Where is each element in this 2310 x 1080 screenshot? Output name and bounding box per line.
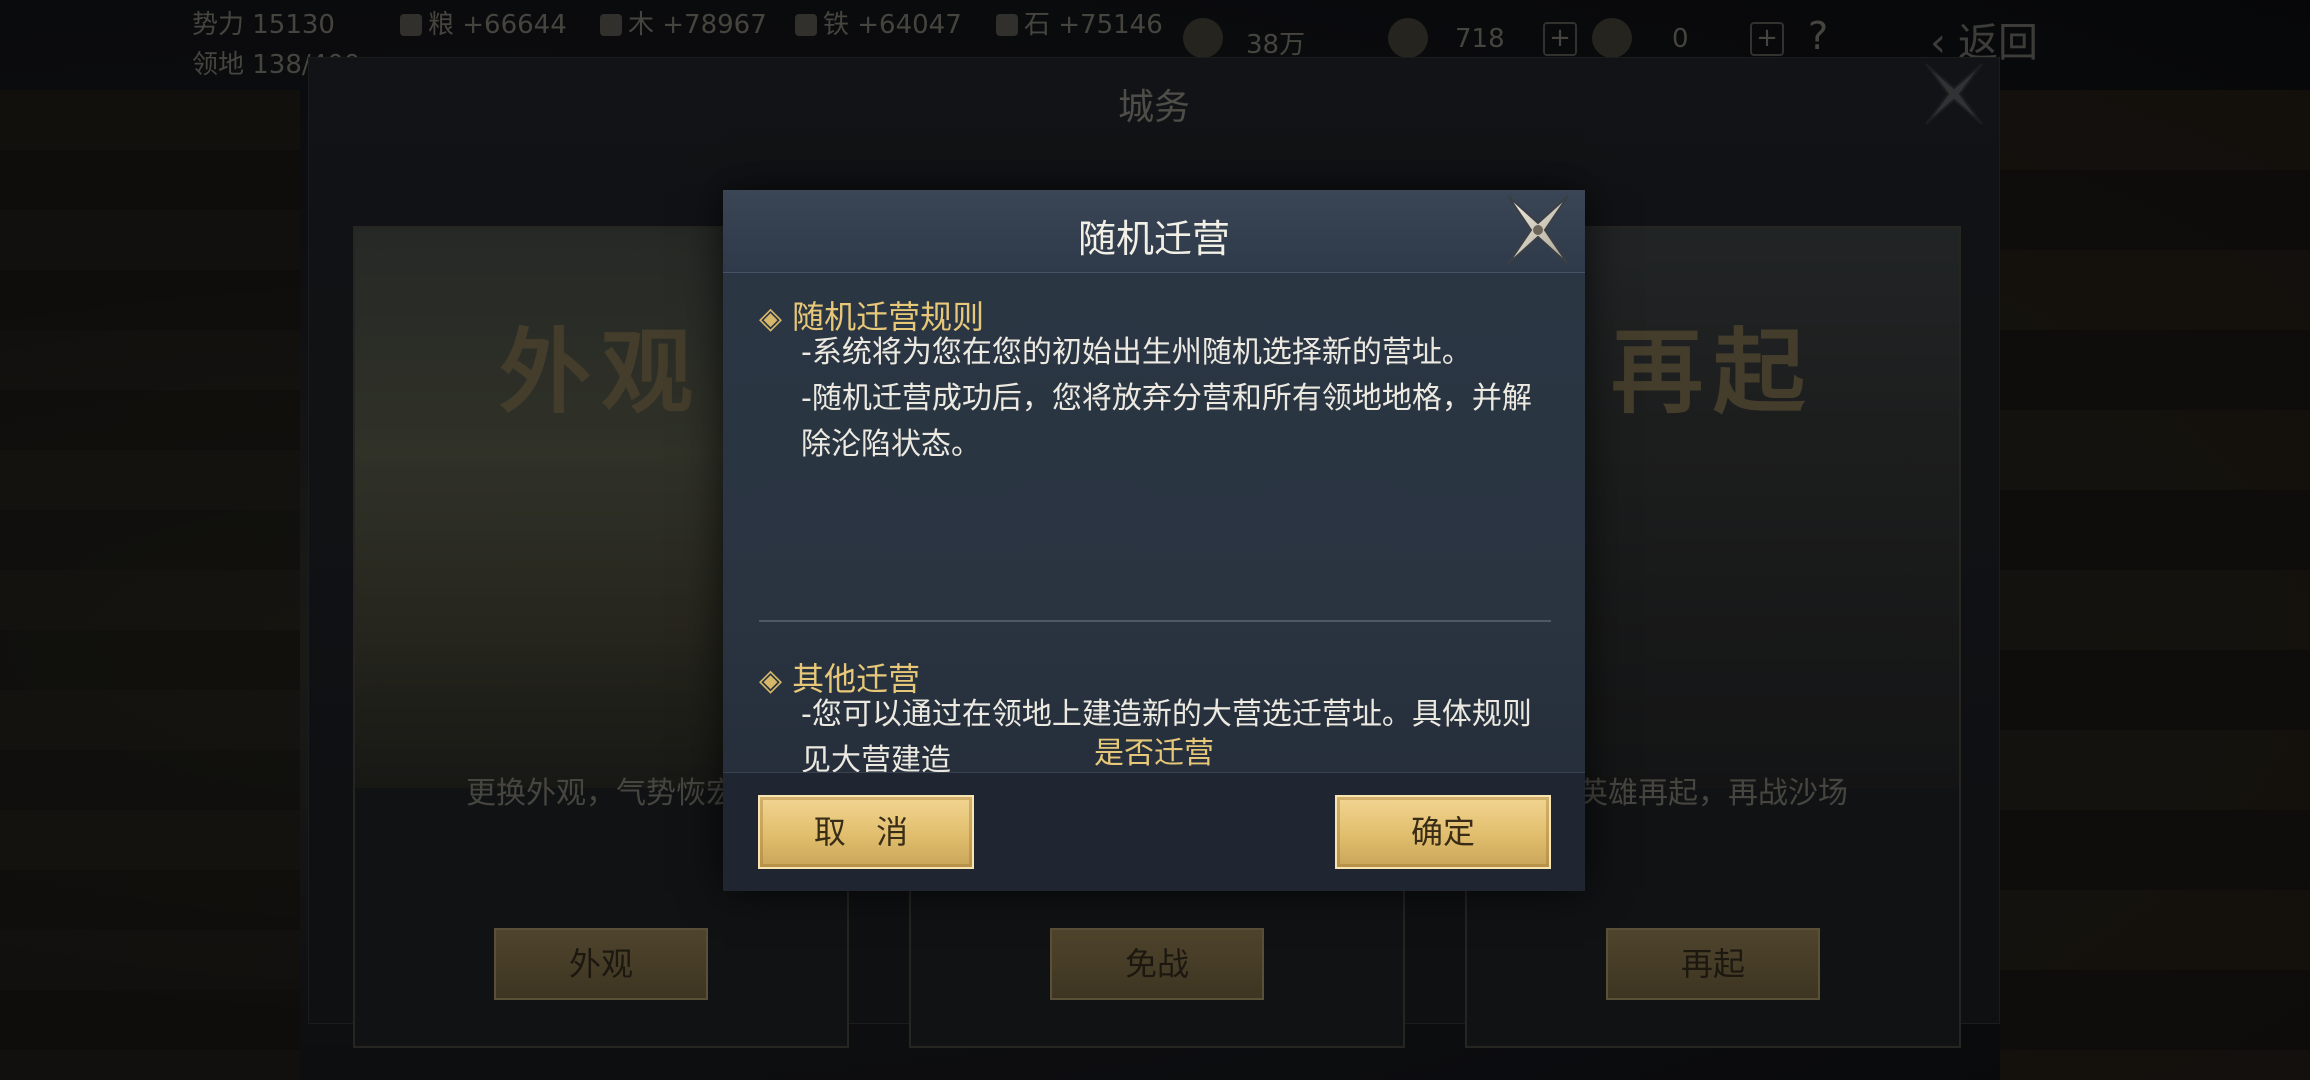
dialog-header: 随机迁营: [723, 190, 1585, 273]
dialog-body: ◈ 随机迁营规则 -系统将为您在您的初始出生州随机选择新的营址。 -随机迁营成功后…: [723, 272, 1585, 778]
section-divider: [759, 620, 1551, 622]
rules-line-1: -系统将为您在您的初始出生州随机选择新的营址。: [801, 335, 1472, 370]
confirm-question: 是否迁营: [1094, 736, 1214, 771]
dialog-footer: 取 消 确定: [723, 772, 1585, 891]
rules-line-3: 除沦陷状态。: [801, 427, 981, 462]
dialog-title: 随机迁营: [1077, 217, 1230, 261]
cancel-button[interactable]: 取 消: [758, 795, 974, 869]
diamond-bullet-icon: ◈: [759, 663, 783, 698]
diamond-bullet-icon: ◈: [759, 301, 783, 336]
confirm-button[interactable]: 确定: [1335, 795, 1551, 869]
random-relocation-dialog: 随机迁营 ◈ 随机迁营规则 -系统将为您在您的初始出生州随机选择新的营址。 -随机…: [723, 190, 1585, 891]
close-icon: [1507, 195, 1569, 265]
dialog-close-button[interactable]: [1500, 192, 1576, 268]
rules-line-2: -随机迁营成功后，您将放弃分营和所有领地地格，并解: [801, 381, 1532, 416]
